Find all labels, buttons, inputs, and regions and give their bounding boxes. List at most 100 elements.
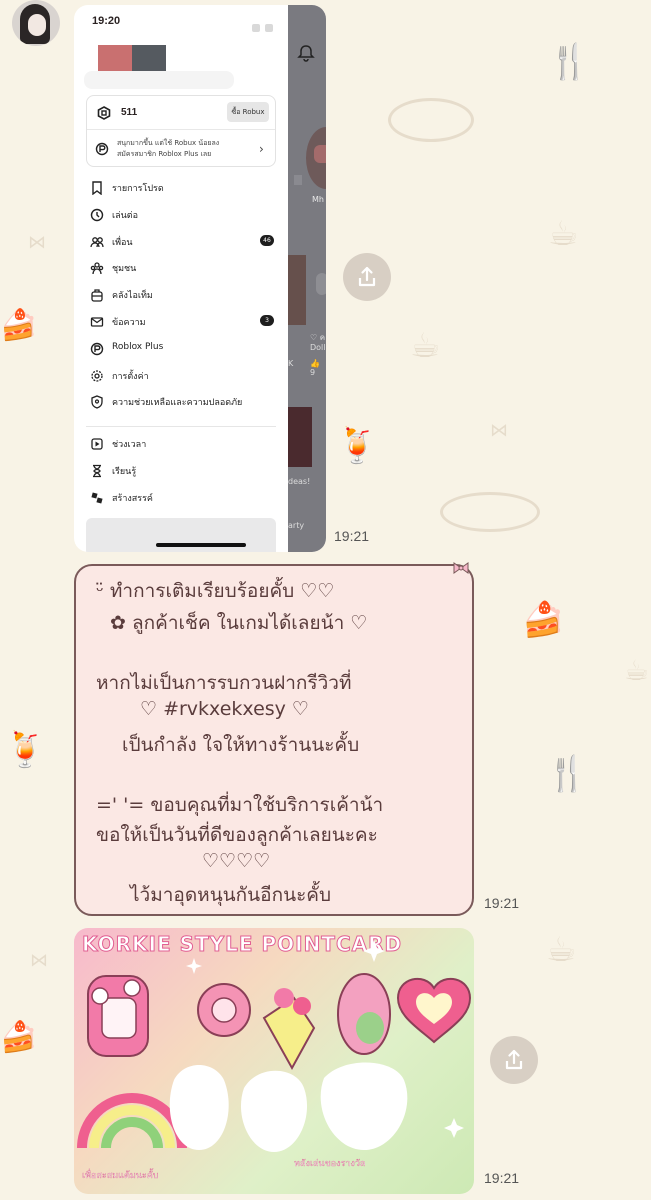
menu-divider <box>86 426 276 427</box>
share-button[interactable] <box>490 1036 538 1084</box>
text-message-bubble[interactable]: ᵕ̈ ทำการเติมเรียบร้อยคั้บ ♡♡ ✿ ลูกค้าเช็… <box>74 562 474 916</box>
point-card-image[interactable]: KORKIE STYLE POINTCARD เพื่อสะสมแต้มนะคั… <box>74 928 474 1194</box>
hashtag-line: ♡ #rvkxekxesy ♡ <box>140 698 309 720</box>
game-tile-2 <box>288 407 312 467</box>
robux-card: 511 ซื้อ Robux สนุกมากขึ้น แต่ใช้ Robux … <box>86 95 276 167</box>
menu-item-create[interactable]: สร้างสรรค์ <box>88 486 274 513</box>
plus-promo-line2[interactable]: สมัครสมาชิก Roblox Plus เลย <box>117 149 211 160</box>
doodle-cup-icon: ☕ <box>624 654 650 687</box>
menu-item-label: เรียนรู้ <box>112 466 137 477</box>
menu-item-label: เล่นต่อ <box>112 210 138 221</box>
friends-count-badge: 46 <box>260 234 274 246</box>
game-tile <box>288 255 306 325</box>
game-title: ♡ ค Dolle <box>310 333 326 352</box>
secondary-menu: ช่วงเวลา เรียนรู้ สร้างสรรค์ <box>88 432 274 512</box>
tab-party: arty <box>288 521 305 530</box>
menu-item-messages[interactable]: ข้อความ 3 <box>88 310 274 337</box>
history-icon <box>90 208 104 221</box>
image-timestamp: 19:21 <box>484 1170 520 1186</box>
doodle-plate-icon <box>388 98 474 142</box>
play-icon <box>91 438 103 450</box>
friends-icon <box>90 236 104 247</box>
menu-item-label: ชุมชน <box>112 264 137 275</box>
message-timestamp: 19:21 <box>484 895 520 911</box>
menu-item-favorites[interactable]: รายการโปรด <box>88 176 274 203</box>
message-line: เป็นกำลัง ใจให้ทางร้านนะคั้บ <box>122 734 360 756</box>
status-icons <box>252 17 282 32</box>
menu-item-label: ข้อความ <box>112 317 146 328</box>
game-likes: 👍 9 <box>310 359 320 377</box>
doodle-cup-icon: ☕ <box>546 930 577 970</box>
menu-item-label: รายการโปรด <box>112 184 164 194</box>
game-ideas: deas! <box>288 477 311 486</box>
menu-item-continue[interactable]: เล่นต่อ <box>88 203 274 230</box>
message-line: หากไม่เป็นการรบกวนฝากรีวิวที่ <box>96 672 352 694</box>
message-line: ไว้มาอุดหนุนกันอีกนะคั้บ <box>130 884 332 906</box>
shield-icon <box>91 395 103 410</box>
plus-promo-line1[interactable]: สนุกมากขึ้น แต่ใช้ Robux น้อยลง <box>117 138 219 149</box>
home-indicator <box>156 543 246 547</box>
doodle-cake-icon: 🍰 <box>522 600 565 640</box>
roblox-screenshot-image[interactable]: Mh ♡ ค Dolle K 👍 9 deas! arty 19:20 511 … <box>74 5 326 552</box>
game-k: K <box>288 359 294 368</box>
message-line: =' '= ขอบคุณที่มาใช้บริการเค้าน้า <box>96 794 384 816</box>
doodle-drink-icon: 🍹 <box>336 426 379 466</box>
menu-item-label: การตั้งค่า <box>112 371 149 382</box>
doodle-cake-icon: 🍰 <box>0 1020 38 1055</box>
doodle-bow-icon: ⋈ <box>490 420 508 441</box>
status-time: 19:20 <box>92 15 121 27</box>
menu-item-help-safety[interactable]: ความช่วยเหลือและความปลอดภัย <box>88 390 274 417</box>
menu-item-community[interactable]: ชุมชน <box>88 256 274 283</box>
mail-icon <box>90 317 104 327</box>
menu-item-roblox-plus[interactable]: Roblox Plus <box>88 337 274 364</box>
robux-icon <box>97 106 111 120</box>
card-illustration <box>77 940 472 1152</box>
card-footer-left: เพื่อสะสมแต้มนะคั้บ <box>82 1171 159 1181</box>
doodle-fork-icon: 🍴 <box>546 754 589 794</box>
doodle-drink-icon: 🍹 <box>4 730 47 770</box>
gear-icon <box>91 369 103 382</box>
bookmark-icon <box>92 181 102 195</box>
menu-item-label: เพื่อน <box>112 237 133 248</box>
friend-avatar <box>306 127 326 189</box>
robux-row: 511 ซื้อ Robux <box>87 96 275 130</box>
message-line: ขอให้เป็นวันที่ดีของลูกค้าเลยนะคะ <box>96 824 378 846</box>
doodle-fork-icon: 🍴 <box>548 42 591 82</box>
menu-item-learn[interactable]: เรียนรู้ <box>88 459 274 486</box>
menu-item-friends[interactable]: เพื่อน 46 <box>88 230 274 257</box>
doodle-cup-icon: ☕ <box>410 326 441 366</box>
menu-item-label: Roblox Plus <box>112 341 164 352</box>
share-icon <box>358 266 376 287</box>
robux-amount: 511 <box>121 107 138 118</box>
friend-name: Mh <box>312 195 324 204</box>
game-tile-small <box>316 273 326 295</box>
username-redacted <box>84 71 234 89</box>
doodle-cup-icon: ☕ <box>548 214 579 254</box>
menu-item-moments[interactable]: ช่วงเวลา <box>88 432 274 459</box>
menu-item-inventory[interactable]: คลังไอเท็ม <box>88 283 274 310</box>
menu-item-label: สร้างสรรค์ <box>112 493 153 504</box>
bow-icon <box>453 562 469 574</box>
dimmed-background: Mh ♡ ค Dolle K 👍 9 deas! arty <box>288 5 326 552</box>
menu-item-label: คลังไอเท็ม <box>112 291 153 302</box>
community-icon <box>90 262 104 275</box>
doodle-plate-icon <box>440 492 540 532</box>
roblox-plus-icon <box>95 142 109 156</box>
message-line: ✿ ลูกค้าเช็ค ในเกมได้เลยน้า ♡ <box>110 612 368 634</box>
doodle-cake-icon: 🍰 <box>0 308 38 343</box>
sender-avatar[interactable] <box>12 0 60 46</box>
buy-robux-button[interactable]: ซื้อ Robux <box>227 102 269 122</box>
share-icon <box>505 1049 523 1070</box>
doodle-bow-icon: ⋈ <box>30 950 48 971</box>
chevron-right-icon[interactable]: › <box>259 142 264 156</box>
hearts-line: ♡♡♡♡ <box>202 850 271 872</box>
menu-item-settings[interactable]: การตั้งค่า <box>88 364 274 391</box>
main-menu: รายการโปรด เล่นต่อ เพื่อน 46 ชุมชน คลังไ… <box>88 176 274 417</box>
roblox-plus-icon <box>90 342 104 355</box>
screenshot-timestamp: 19:21 <box>334 528 370 544</box>
menu-item-label: ความช่วยเหลือและความปลอดภัย <box>112 398 243 409</box>
status-dot <box>294 175 302 185</box>
hourglass-icon <box>93 464 101 477</box>
message-line: ᵕ̈ ทำการเติมเรียบร้อยคั้บ ♡♡ <box>96 580 335 602</box>
share-button[interactable] <box>343 253 391 301</box>
